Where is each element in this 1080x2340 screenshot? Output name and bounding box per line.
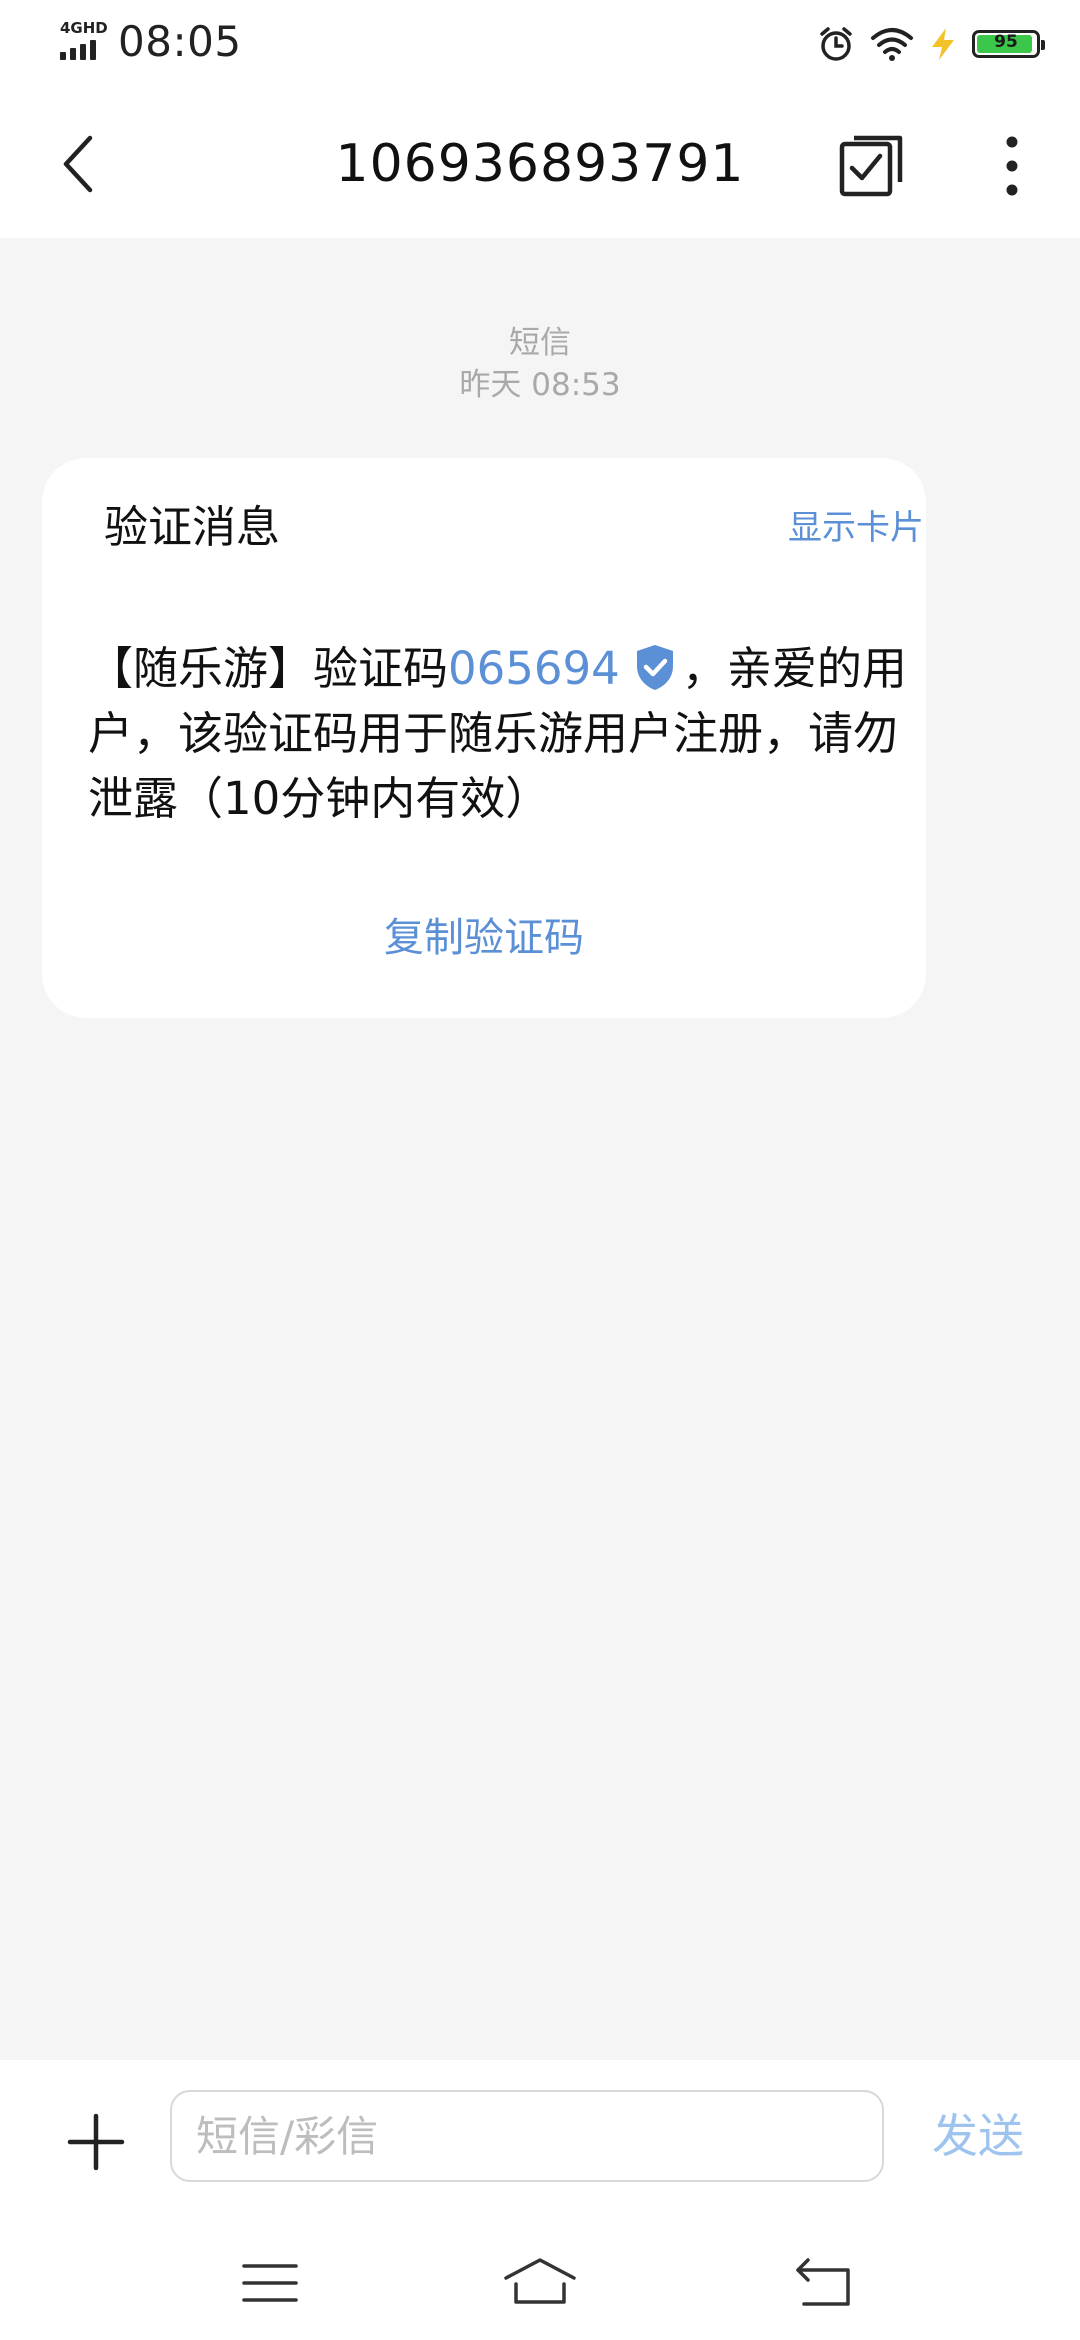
add-attachment-button[interactable] [60, 2106, 132, 2178]
message-prefix: 【随乐游】验证码 [88, 642, 449, 695]
show-card-link[interactable]: 显示卡片 [788, 496, 924, 560]
message-input[interactable] [170, 2090, 884, 2182]
more-vertical-icon [1006, 136, 1018, 196]
charging-icon [932, 28, 954, 60]
system-back-button[interactable] [784, 2248, 864, 2318]
message-text: 【随乐游】验证码065694 ，亲爱的用户，该验证码用于随乐游用户注册，请勿泄露（… [88, 636, 908, 831]
alarm-icon [820, 27, 852, 61]
battery-percent: 95 [994, 32, 1018, 52]
more-options-button[interactable] [982, 128, 1042, 204]
plus-icon [67, 2113, 125, 2171]
check-square-icon [839, 135, 903, 197]
back-button[interactable] [44, 126, 120, 202]
message-type-label: 短信 [509, 325, 571, 361]
page-title: 106936893791 [335, 134, 745, 194]
menu-icon [242, 2264, 298, 2302]
status-bar: 4GHD 08:05 95 [0, 0, 1080, 90]
menu-button[interactable] [232, 2248, 312, 2318]
status-time: 08:05 [118, 17, 242, 66]
card-title: 验证消息 [104, 502, 280, 553]
verification-code[interactable]: 065694 [448, 642, 620, 695]
home-button[interactable] [500, 2248, 580, 2318]
navigation-bar [0, 2238, 1080, 2326]
title-bar: 106936893791 [0, 90, 1080, 238]
verification-card: 验证消息 显示卡片 【随乐游】验证码065694 ，亲爱的用户，该验证码用于随乐游… [42, 458, 926, 1018]
card-header: 验证消息 显示卡片 [104, 496, 924, 560]
battery-icon: 95 [972, 30, 1045, 58]
status-icons: 95 [816, 22, 1045, 66]
signal-indicator: 4GHD [58, 20, 108, 60]
wifi-icon [871, 28, 913, 61]
network-type-label: 4GHD [60, 19, 108, 37]
copy-code-button[interactable]: 复制验证码 [42, 906, 926, 970]
verified-shield-icon [636, 645, 673, 690]
send-button[interactable]: 发送 [932, 2098, 1024, 2174]
composer-bar: 发送 [0, 2060, 1080, 2340]
home-icon [504, 2258, 576, 2304]
select-button[interactable] [834, 128, 910, 204]
message-timestamp: 昨天 08:53 [459, 367, 621, 403]
message-meta: 短信 昨天 08:53 [0, 322, 1080, 406]
back-icon [796, 2258, 850, 2306]
back-arrow-icon [63, 135, 93, 193]
signal-icon [60, 40, 96, 60]
